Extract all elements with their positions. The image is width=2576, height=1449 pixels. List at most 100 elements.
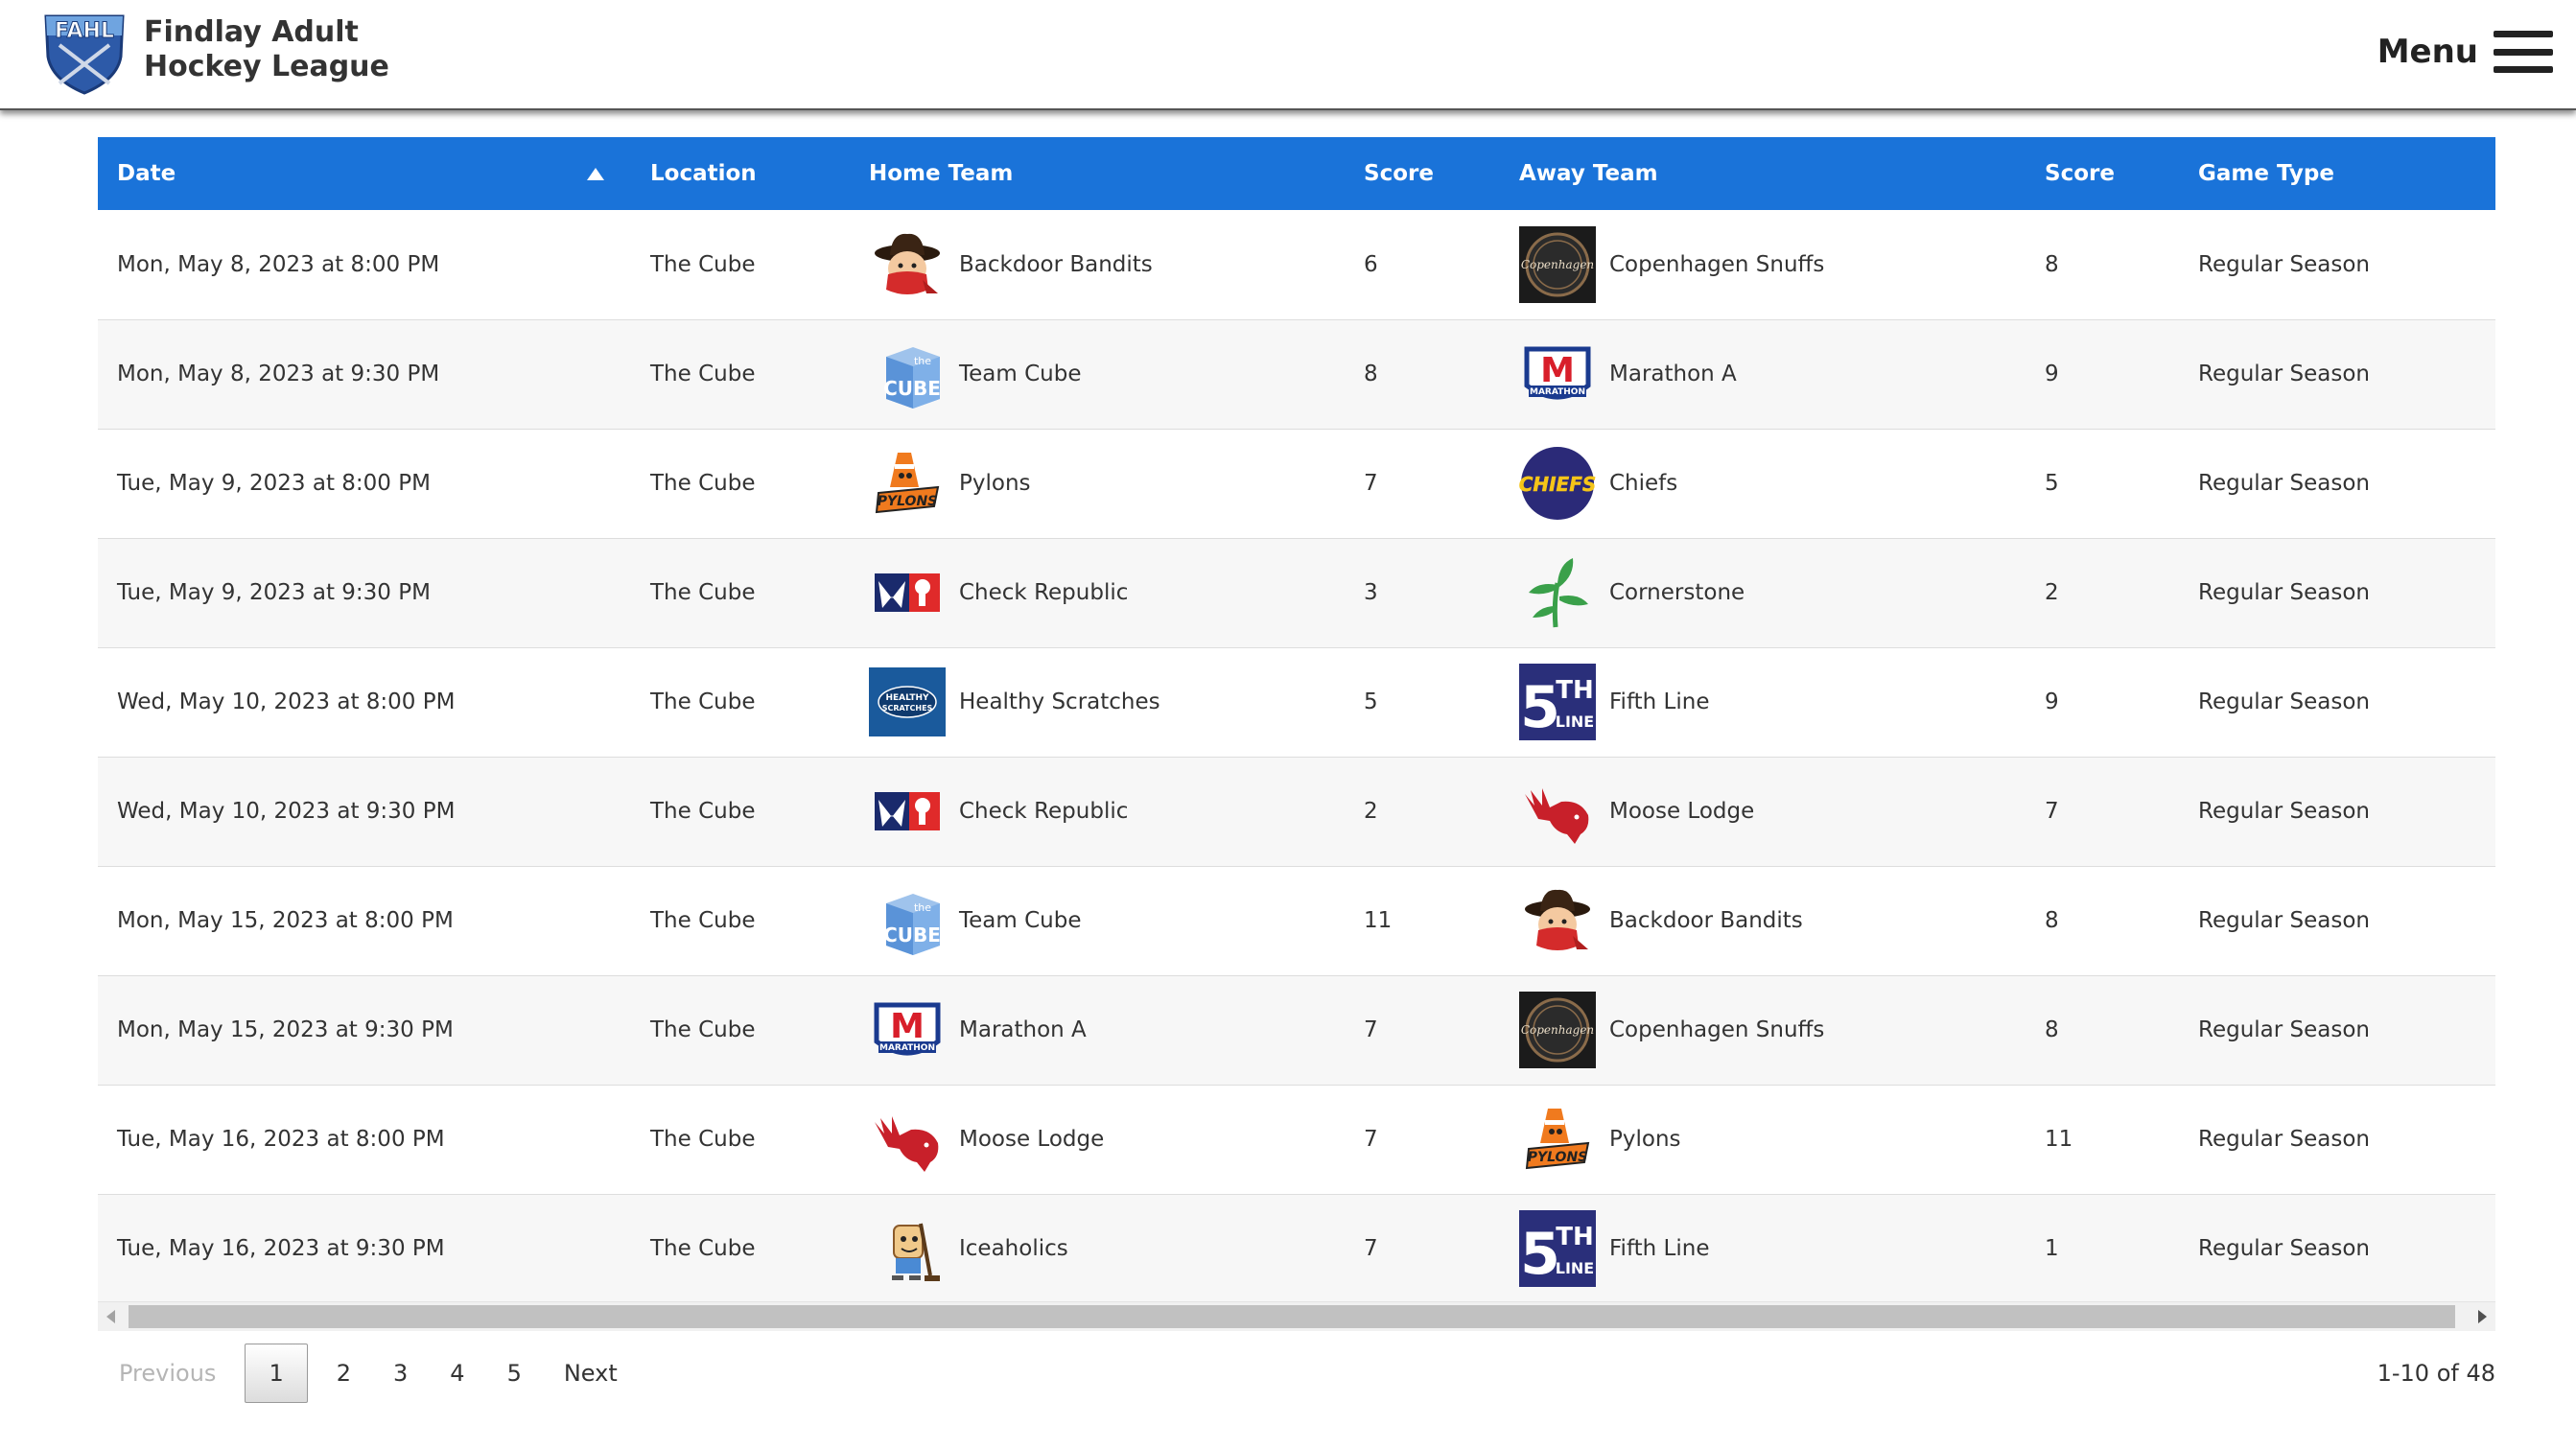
- away-team-name[interactable]: Copenhagen Snuffs: [1609, 252, 1824, 277]
- column-header-away-team[interactable]: Away Team: [1500, 137, 2026, 210]
- games-table-wrapper: Date Location Home Team Score Away Team …: [98, 137, 2495, 1304]
- home-team-cell: Moose Lodge: [850, 1085, 1345, 1194]
- away-team-cell: CHIEFS Chiefs: [1500, 429, 2026, 538]
- svg-text:CUBE: CUBE: [883, 923, 941, 947]
- home-team-name[interactable]: Marathon A: [959, 1017, 1087, 1042]
- game-date: Tue, May 16, 2023 at 9:30 PM: [117, 1236, 445, 1261]
- game-date: Mon, May 8, 2023 at 8:00 PM: [117, 251, 440, 277]
- copenhagen-snuffs-logo: Copenhagen: [1519, 225, 1596, 303]
- svg-text:TH: TH: [1556, 1223, 1594, 1251]
- site-title-line2: Hockey League: [144, 50, 389, 83]
- home-team-name[interactable]: Backdoor Bandits: [959, 252, 1153, 277]
- fahl-logo[interactable]: FAHL: [40, 7, 129, 95]
- game-location: The Cube: [650, 908, 756, 933]
- away-team-cell: M MARATHON Marathon A: [1500, 319, 2026, 429]
- game-location: The Cube: [650, 1236, 756, 1261]
- table-row[interactable]: Wed, May 10, 2023 at 9:30 PM The Cube Ch…: [98, 757, 2495, 866]
- healthy-scratches-logo: HEALTHY SCRATCHES: [869, 664, 946, 740]
- home-score: 3: [1364, 580, 1378, 605]
- home-team-name[interactable]: Check Republic: [959, 799, 1128, 824]
- home-team-name[interactable]: Iceaholics: [959, 1236, 1068, 1261]
- game-location: The Cube: [650, 1127, 756, 1152]
- page-1-button[interactable]: 1: [245, 1344, 308, 1403]
- home-team-cell: HEALTHY SCRATCHES Healthy Scratches: [850, 647, 1345, 757]
- svg-text:LINE: LINE: [1556, 713, 1594, 731]
- home-team-cell: Iceaholics: [850, 1194, 1345, 1303]
- away-team-name[interactable]: Pylons: [1609, 1127, 1681, 1152]
- table-row[interactable]: Tue, May 16, 2023 at 9:30 PM The Cube Ic…: [98, 1194, 2495, 1303]
- game-location: The Cube: [650, 471, 756, 496]
- svg-text:HEALTHY: HEALTHY: [885, 693, 929, 703]
- away-team-cell: Moose Lodge: [1500, 757, 2026, 866]
- table-row[interactable]: Mon, May 8, 2023 at 9:30 PM The Cube the…: [98, 319, 2495, 429]
- page-4-button[interactable]: 4: [429, 1344, 485, 1402]
- column-header-home-score[interactable]: Score: [1345, 137, 1500, 210]
- previous-page-button[interactable]: Previous: [98, 1344, 237, 1402]
- column-header-date[interactable]: Date: [98, 137, 631, 210]
- home-score: 5: [1364, 689, 1378, 714]
- game-type: Regular Season: [2198, 580, 2371, 605]
- pylons-logo: PYLONS: [869, 445, 946, 522]
- home-team-cell: Backdoor Bandits: [850, 210, 1345, 319]
- svg-text:TH: TH: [1556, 676, 1594, 705]
- home-team-name[interactable]: Pylons: [959, 471, 1031, 496]
- column-header-home-team[interactable]: Home Team: [850, 137, 1345, 210]
- game-date: Tue, May 9, 2023 at 9:30 PM: [117, 580, 431, 605]
- svg-text:LINE: LINE: [1556, 1259, 1594, 1277]
- site-title[interactable]: Findlay Adult Hockey League: [144, 15, 389, 84]
- page-3-button[interactable]: 3: [372, 1344, 429, 1402]
- home-team-cell: M MARATHON Marathon A: [850, 975, 1345, 1085]
- game-date: Mon, May 15, 2023 at 8:00 PM: [117, 908, 454, 933]
- table-row[interactable]: Tue, May 9, 2023 at 9:30 PM The Cube Che…: [98, 538, 2495, 647]
- scrollbar-thumb[interactable]: [129, 1305, 2455, 1328]
- table-row[interactable]: Mon, May 15, 2023 at 8:00 PM The Cube th…: [98, 866, 2495, 975]
- table-row[interactable]: Tue, May 9, 2023 at 8:00 PM The Cube PYL…: [98, 429, 2495, 538]
- home-score: 6: [1364, 251, 1378, 277]
- game-location: The Cube: [650, 580, 756, 605]
- next-page-button[interactable]: Next: [543, 1344, 639, 1402]
- home-team-cell: Check Republic: [850, 757, 1345, 866]
- table-row[interactable]: Tue, May 16, 2023 at 8:00 PM The Cube Mo…: [98, 1085, 2495, 1194]
- menu-button[interactable]: Menu: [2377, 23, 2553, 81]
- svg-text:the: the: [914, 355, 931, 367]
- home-team-name[interactable]: Team Cube: [959, 362, 1082, 386]
- away-team-name[interactable]: Cornerstone: [1609, 580, 1745, 605]
- column-header-location[interactable]: Location: [631, 137, 850, 210]
- cornerstone-logo: [1519, 554, 1596, 631]
- team-cube-logo: the CUBE: [869, 882, 946, 959]
- team-cube-logo: the CUBE: [869, 336, 946, 412]
- home-team-name[interactable]: Check Republic: [959, 580, 1128, 605]
- table-row[interactable]: Wed, May 10, 2023 at 8:00 PM The Cube HE…: [98, 647, 2495, 757]
- away-team-name[interactable]: Moose Lodge: [1609, 799, 1754, 824]
- game-date: Tue, May 9, 2023 at 8:00 PM: [117, 471, 431, 496]
- copenhagen-snuffs-logo: Copenhagen: [1519, 992, 1596, 1068]
- table-row[interactable]: Mon, May 8, 2023 at 8:00 PM The Cube Bac…: [98, 210, 2495, 319]
- moose-lodge-logo: [869, 1101, 946, 1178]
- page-5-button[interactable]: 5: [486, 1344, 543, 1402]
- page-2-button[interactable]: 2: [316, 1344, 372, 1402]
- check-republic-logo: [869, 773, 946, 850]
- away-team-name[interactable]: Marathon A: [1609, 362, 1737, 386]
- check-republic-logo: [869, 554, 946, 631]
- away-score: 1: [2045, 1236, 2059, 1261]
- away-score: 9: [2045, 362, 2059, 386]
- scroll-right-icon[interactable]: [2478, 1310, 2487, 1323]
- home-team-name[interactable]: Moose Lodge: [959, 1127, 1104, 1152]
- marathon-logo: M MARATHON: [869, 992, 946, 1068]
- home-team-name[interactable]: Team Cube: [959, 908, 1082, 933]
- away-team-name[interactable]: Fifth Line: [1609, 689, 1709, 714]
- svg-text:Copenhagen: Copenhagen: [1521, 258, 1594, 271]
- horizontal-scrollbar[interactable]: [98, 1301, 2495, 1331]
- away-team-name[interactable]: Chiefs: [1609, 471, 1677, 496]
- svg-text:M: M: [890, 1007, 925, 1046]
- away-team-name[interactable]: Backdoor Bandits: [1609, 908, 1803, 933]
- game-location: The Cube: [650, 251, 756, 277]
- column-header-game-type[interactable]: Game Type: [2179, 137, 2495, 210]
- table-row[interactable]: Mon, May 15, 2023 at 9:30 PM The Cube M …: [98, 975, 2495, 1085]
- home-team-name[interactable]: Healthy Scratches: [959, 689, 1160, 714]
- scroll-left-icon[interactable]: [106, 1310, 115, 1323]
- away-team-name[interactable]: Fifth Line: [1609, 1236, 1709, 1261]
- away-team-name[interactable]: Copenhagen Snuffs: [1609, 1017, 1824, 1042]
- column-header-away-score[interactable]: Score: [2026, 137, 2179, 210]
- fifth-line-logo: 5 TH LINE: [1519, 664, 1596, 740]
